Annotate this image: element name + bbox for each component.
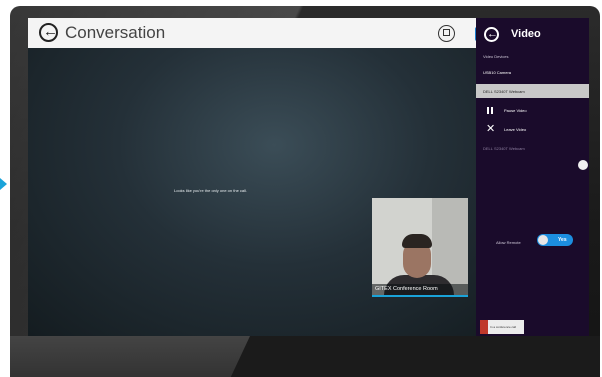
device-item-usb10-camera[interactable]: USB10 Camera (483, 70, 511, 75)
leave-video-button[interactable]: Leave Video (504, 127, 526, 132)
panel-title: Video (511, 28, 541, 40)
toggle-value: Yes (558, 237, 567, 243)
camera-icon (443, 29, 450, 36)
current-device-label: DELL S2340T Webcam (483, 146, 525, 151)
video-devices-label: Video Devices (483, 54, 509, 59)
back-button[interactable]: ← (39, 23, 58, 42)
arrow-left-icon: ← (487, 28, 498, 40)
conversation-area: ← Conversation Looks like you're the onl… (28, 18, 479, 336)
toggle-knob (538, 235, 548, 245)
panel-back-button[interactable]: ← (484, 27, 499, 42)
pointer-arrow-icon (0, 178, 7, 190)
conference-call-label: In a conference call (490, 325, 517, 329)
arrow-left-icon: ← (43, 23, 58, 40)
video-settings-panel: ← Video Video Devices USB10 Camera DELL … (476, 18, 589, 336)
app-screen: ← Conversation Looks like you're the onl… (28, 18, 589, 336)
device-item-dell-webcam[interactable]: DELL S2340T Webcam (476, 84, 589, 98)
conference-call-dropdown[interactable]: In a conference call (488, 320, 524, 334)
self-view-highlight (372, 295, 468, 297)
close-icon[interactable]: ✕ (486, 124, 495, 135)
page-title: Conversation (65, 23, 166, 42)
bezel-reflection (10, 336, 250, 377)
allow-remote-label: Allow Remote (496, 240, 521, 245)
allow-remote-toggle[interactable]: Yes (537, 234, 573, 246)
conversation-header: ← Conversation (28, 18, 479, 48)
pause-icon[interactable] (487, 107, 493, 114)
scroll-handle[interactable] (578, 160, 588, 170)
person-hair (402, 234, 432, 248)
conference-status-swatch (480, 320, 488, 334)
empty-call-message: Looks like you're the only one on the ca… (174, 188, 248, 193)
device-item-label: DELL S2340T Webcam (483, 89, 525, 94)
pause-video-button[interactable]: Pause Video (504, 108, 527, 113)
self-view-caption: GITEX Conference Room (372, 284, 468, 295)
self-video-preview[interactable]: GITEX Conference Room (372, 198, 468, 295)
video-settings-button[interactable] (438, 25, 455, 42)
